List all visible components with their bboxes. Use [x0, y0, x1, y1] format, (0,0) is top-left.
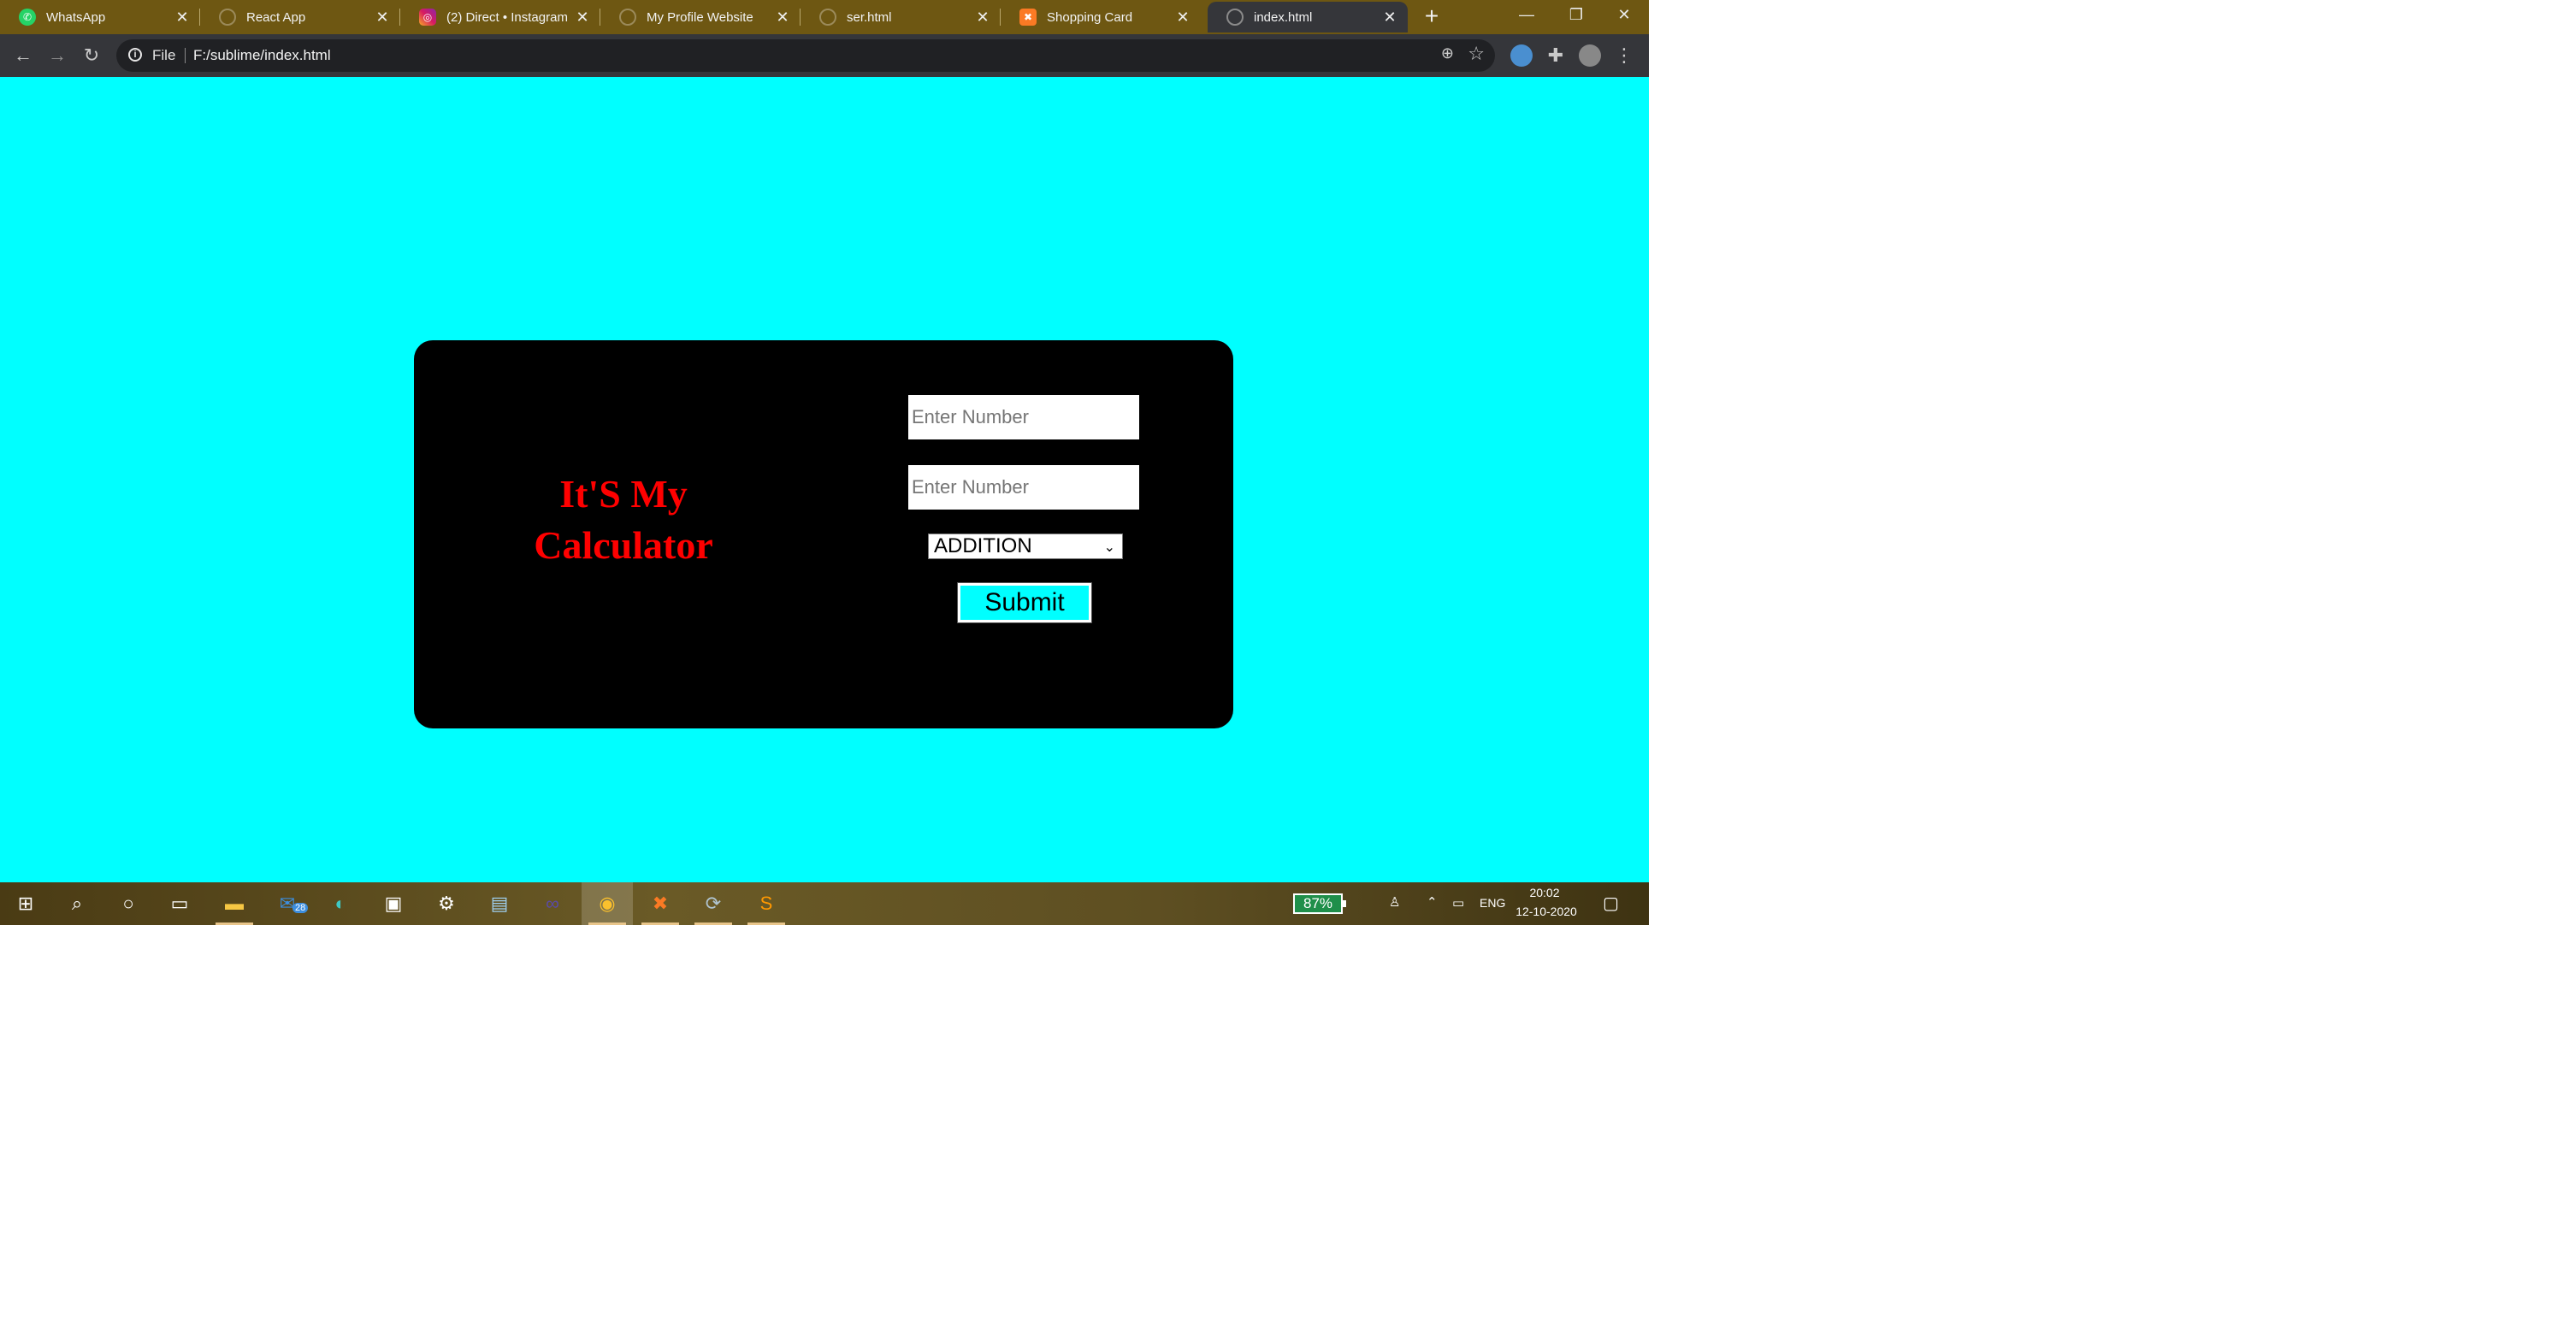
minimize-button[interactable]: —: [1502, 0, 1551, 31]
close-tab-icon[interactable]: ✕: [1175, 9, 1191, 27]
info-icon[interactable]: i: [128, 48, 142, 62]
address-bar[interactable]: i File F:/sublime/index.html ⊕ ☆: [116, 39, 1495, 72]
notepad-icon[interactable]: ▤: [474, 882, 525, 925]
app-icon[interactable]: ⟳: [688, 882, 739, 925]
page-title: It'S My Calculator: [499, 469, 747, 571]
tab-title: ser.html: [847, 9, 892, 25]
globe-icon: [619, 9, 636, 26]
tab-shopping-card[interactable]: ✖ Shopping Card ✕: [1001, 2, 1201, 32]
search-icon[interactable]: ⌕: [51, 882, 103, 925]
screen: ✆ WhatsApp ✕ React App ✕ ◎ (2) Direct • …: [0, 0, 1649, 925]
new-tab-button[interactable]: +: [1418, 3, 1445, 31]
windows-taskbar: ⊞ ⌕ ○ ▭ ▬ ✉ 28 ◐ ▣ ⚙ ▤ ∞ ◉ ✖ ⟳ S 87% ♙ ⌃…: [0, 882, 1649, 925]
tab-index-html[interactable]: index.html ✕: [1208, 2, 1408, 32]
cortana-icon[interactable]: ○: [103, 882, 154, 925]
close-tab-icon[interactable]: ✕: [174, 9, 190, 27]
globe-icon: [819, 9, 836, 26]
mail-badge: 28: [292, 903, 309, 913]
mail-icon[interactable]: ✉ 28: [262, 882, 313, 925]
tab-title: (2) Direct • Instagram: [446, 9, 568, 25]
tab-profile-website[interactable]: My Profile Website ✕: [600, 2, 801, 32]
tab-whatsapp[interactable]: ✆ WhatsApp ✕: [0, 2, 200, 32]
clock-time[interactable]: 20:02: [1519, 886, 1570, 899]
menu-kebab-icon[interactable]: ⋮: [1611, 43, 1637, 68]
browser-toolbar: ← → ↻ i File F:/sublime/index.html ⊕ ☆ ✚…: [0, 34, 1649, 77]
app-icon[interactable]: ∞: [527, 882, 578, 925]
xampp-icon[interactable]: ✖: [635, 882, 686, 925]
tab-title: My Profile Website: [647, 9, 753, 25]
tab-ser-html[interactable]: ser.html ✕: [801, 2, 1001, 32]
operation-selected-value: ADDITION: [934, 534, 1032, 557]
tab-title: index.html: [1254, 9, 1313, 25]
back-button[interactable]: ←: [10, 43, 36, 68]
second-number-input[interactable]: [908, 465, 1139, 510]
battery-indicator[interactable]: 87%: [1293, 893, 1346, 914]
task-view-icon[interactable]: ▭: [154, 882, 205, 925]
submit-button[interactable]: Submit: [957, 582, 1092, 623]
close-tab-icon[interactable]: ✕: [975, 9, 990, 27]
tab-title: React App: [246, 9, 306, 25]
title-line-2: Calculator: [534, 523, 713, 567]
tab-strip: ✆ WhatsApp ✕ React App ✕ ◎ (2) Direct • …: [0, 0, 1649, 34]
profile-avatar[interactable]: [1579, 44, 1601, 67]
globe-icon: [219, 9, 236, 26]
forward-button[interactable]: →: [44, 43, 70, 68]
windows-start-icon[interactable]: ⊞: [0, 882, 51, 925]
scheme-label: File: [152, 47, 176, 63]
tab-title: Shopping Card: [1047, 9, 1133, 25]
url-text[interactable]: F:/sublime/index.html: [193, 47, 331, 64]
close-tab-icon[interactable]: ✕: [775, 9, 790, 27]
tab-title: WhatsApp: [46, 9, 106, 25]
reload-button[interactable]: ↻: [79, 43, 104, 68]
close-window-button[interactable]: ✕: [1599, 0, 1649, 31]
close-tab-icon[interactable]: ✕: [1382, 9, 1397, 27]
language-indicator[interactable]: ENG: [1480, 896, 1505, 910]
title-line-1: It'S My: [559, 472, 688, 516]
zoom-icon[interactable]: ⊕: [1441, 44, 1454, 62]
chevron-up-icon[interactable]: ⌃: [1427, 894, 1438, 910]
store-icon[interactable]: ▣: [368, 882, 419, 925]
whatsapp-icon: ✆: [19, 9, 36, 26]
close-tab-icon[interactable]: ✕: [575, 9, 590, 27]
xampp-icon: ✖: [1019, 9, 1037, 26]
extensions-puzzle-icon[interactable]: ✚: [1543, 43, 1569, 68]
first-number-input[interactable]: [908, 395, 1139, 439]
edge-icon[interactable]: ◐: [315, 882, 366, 925]
chrome-icon[interactable]: ◉: [582, 882, 633, 925]
tab-react-app[interactable]: React App ✕: [200, 2, 400, 32]
extension-icon[interactable]: [1510, 44, 1533, 67]
operation-select[interactable]: ADDITION ⌄: [928, 533, 1123, 559]
tab-instagram[interactable]: ◎ (2) Direct • Instagram ✕: [400, 2, 600, 32]
instagram-icon: ◎: [419, 9, 436, 26]
bookmark-star-icon[interactable]: ☆: [1468, 43, 1485, 65]
chevron-down-icon: ⌄: [1103, 540, 1115, 555]
globe-icon: [1226, 9, 1244, 26]
settings-gear-icon[interactable]: ⚙: [421, 882, 472, 925]
clock-date[interactable]: 12-10-2020: [1514, 905, 1579, 918]
file-explorer-icon[interactable]: ▬: [209, 882, 260, 925]
close-tab-icon[interactable]: ✕: [375, 9, 390, 27]
sublime-text-icon[interactable]: S: [741, 882, 792, 925]
people-icon[interactable]: ♙: [1389, 894, 1400, 910]
battery-icon[interactable]: ▭: [1452, 895, 1464, 911]
calculator-card: It'S My Calculator ADDITION ⌄ Submit: [414, 340, 1233, 728]
restore-button[interactable]: ❐: [1551, 0, 1601, 31]
notification-icon[interactable]: ▢: [1603, 893, 1619, 914]
